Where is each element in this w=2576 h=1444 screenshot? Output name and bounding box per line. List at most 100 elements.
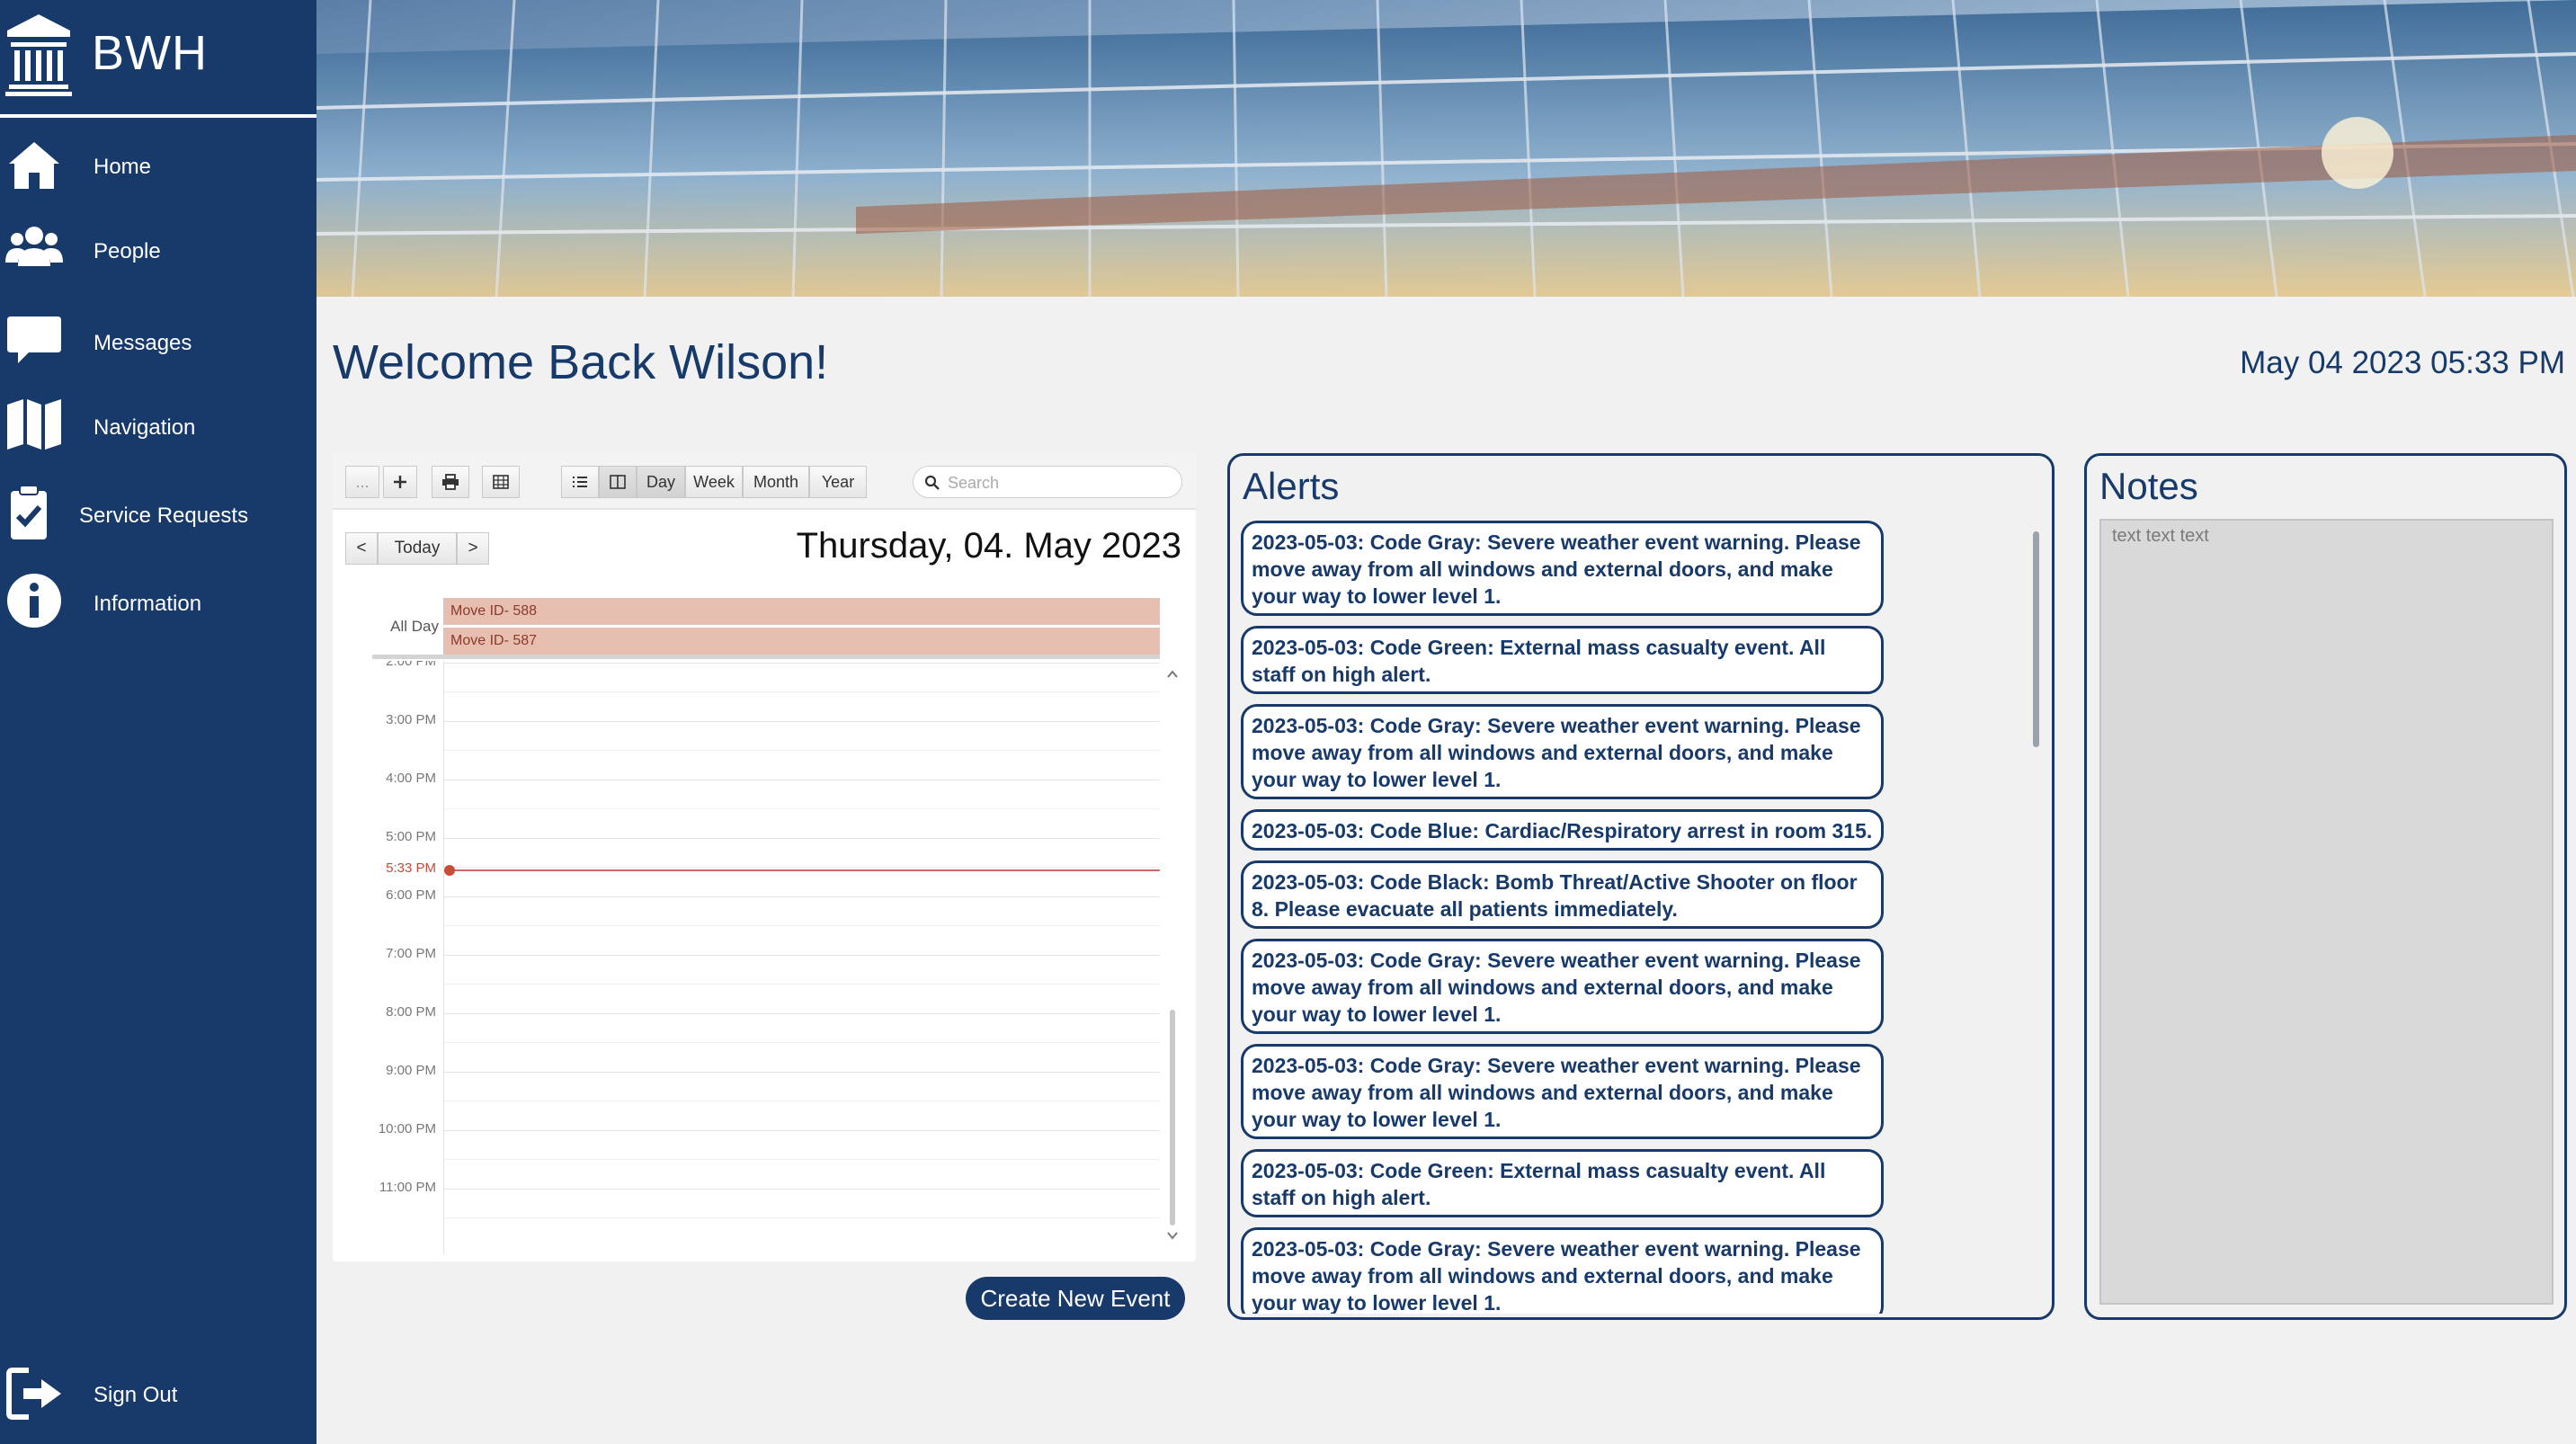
hour-line [443, 721, 1160, 722]
half-hour-line [443, 808, 1160, 809]
alerts-panel: Alerts 2023-05-03: Code Gray: Severe wea… [1227, 453, 2055, 1320]
hour-line [443, 955, 1160, 956]
next-day-button[interactable]: > [457, 532, 489, 565]
current-time-line [451, 869, 1160, 871]
half-hour-line [443, 750, 1160, 751]
time-label: 4:00 PM [386, 771, 436, 786]
calendar-scrollbar[interactable] [1165, 668, 1180, 1243]
alert-item[interactable]: 2023-05-03: Code Blue: Cardiac/Respirato… [1241, 809, 1884, 851]
time-label: 6:00 PM [386, 887, 436, 903]
all-day-divider [372, 655, 1160, 659]
alert-item[interactable]: 2023-05-03: Code Green: External mass ca… [1241, 1149, 1884, 1217]
calendar-date-title: Thursday, 04. May 2023 [796, 526, 1181, 566]
half-hour-line [443, 1159, 1160, 1160]
sign-out-label: Sign Out [94, 1383, 178, 1407]
year-view-button[interactable]: Year [809, 466, 867, 498]
time-label: 10:00 PM [378, 1121, 436, 1136]
search-input[interactable] [946, 471, 1174, 495]
search-icon [924, 475, 940, 490]
half-hour-line [443, 867, 1160, 868]
prev-day-button[interactable]: < [345, 532, 378, 565]
column-view-button[interactable] [599, 466, 637, 498]
alert-item[interactable]: 2023-05-03: Code Gray: Severe weather ev… [1241, 939, 1884, 1034]
alert-item[interactable]: 2023-05-03: Code Gray: Severe weather ev… [1241, 704, 1884, 799]
day-time-grid[interactable]: 2:00 PM 3:00 PM 4:00 PM 5:00 PM 5:33 PM … [333, 661, 1196, 1254]
half-hour-line [443, 1042, 1160, 1043]
all-day-event[interactable]: Move ID- 587 [443, 628, 1160, 655]
week-view-button[interactable]: Week [685, 466, 743, 498]
alert-item[interactable]: 2023-05-03: Code Gray: Severe weather ev… [1241, 1227, 1884, 1314]
alert-item[interactable]: 2023-05-03: Code Black: Bomb Threat/Acti… [1241, 860, 1884, 929]
sidebar-item-navigation[interactable]: Navigation [0, 396, 316, 459]
time-label: 5:00 PM [386, 829, 436, 844]
sidebar-item-label: Messages [94, 331, 192, 355]
alert-item[interactable]: 2023-05-03: Code Gray: Severe weather ev… [1241, 521, 1884, 616]
notes-textarea[interactable]: text text text [2099, 519, 2554, 1305]
hour-line [443, 896, 1160, 897]
sidebar-item-label: Home [94, 155, 152, 179]
sidebar-item-home[interactable]: Home [0, 135, 316, 198]
half-hour-line [443, 1217, 1160, 1218]
half-hour-line [443, 984, 1160, 985]
plus-icon [394, 476, 406, 488]
map-icon [7, 399, 61, 450]
list-icon [573, 477, 587, 487]
sidebar-item-label: Information [94, 592, 202, 616]
time-label: 8:00 PM [386, 1004, 436, 1020]
create-new-event-button[interactable]: Create New Event [966, 1277, 1185, 1320]
hour-line [443, 1189, 1160, 1190]
calendar-search[interactable] [913, 466, 1182, 498]
sign-out-icon [6, 1368, 61, 1420]
notes-panel: Notes text text text [2084, 453, 2567, 1320]
notes-title: Notes [2099, 465, 2198, 507]
hospital-banner-image [316, 0, 2576, 297]
home-icon [9, 142, 59, 189]
day-view-button[interactable]: Day [637, 466, 685, 498]
message-icon [7, 316, 61, 363]
add-event-button[interactable] [383, 466, 417, 498]
time-label: 7:00 PM [386, 946, 436, 961]
sidebar-item-label: Navigation [94, 415, 196, 440]
all-day-label: All Day [390, 618, 439, 635]
print-button[interactable] [432, 466, 469, 498]
grid-view-button[interactable] [482, 466, 520, 498]
half-hour-line [443, 925, 1160, 926]
sidebar-item-service-requests[interactable]: Service Requests [0, 484, 316, 547]
today-button[interactable]: Today [378, 532, 457, 565]
all-day-event[interactable]: Move ID- 588 [443, 598, 1160, 625]
time-label: 11:00 PM [379, 1180, 436, 1195]
list-view-button[interactable] [561, 466, 599, 498]
sidebar-divider [0, 114, 316, 118]
sidebar-item-label: People [94, 239, 161, 263]
alerts-list[interactable]: 2023-05-03: Code Gray: Severe weather ev… [1241, 521, 2023, 1314]
sidebar-item-label: Service Requests [79, 504, 249, 528]
current-datetime: May 04 2023 05:33 PM [2240, 345, 2565, 380]
calendar-toolbar: ... Day Week Month Year [333, 454, 1196, 510]
month-view-button[interactable]: Month [743, 466, 809, 498]
more-button[interactable]: ... [345, 466, 379, 498]
logo-text: BWH [92, 26, 208, 80]
alerts-scrollbar-thumb[interactable] [2033, 531, 2039, 747]
sign-out-button[interactable]: Sign Out [0, 1365, 316, 1428]
sidebar-item-information[interactable]: Information [0, 572, 316, 635]
grid-left-border [443, 661, 444, 1254]
info-icon [7, 574, 61, 628]
grid-icon [493, 475, 509, 489]
welcome-heading: Welcome Back Wilson! [333, 335, 829, 389]
hour-line [443, 663, 1160, 664]
time-label: 9:00 PM [386, 1063, 436, 1078]
people-icon [5, 227, 63, 266]
alert-item[interactable]: 2023-05-03: Code Green: External mass ca… [1241, 626, 1884, 694]
time-label: 2:00 PM [386, 661, 436, 669]
hour-line [443, 1013, 1160, 1014]
logo[interactable]: BWH [0, 0, 316, 115]
half-hour-line [443, 691, 1160, 692]
current-time-label: 5:33 PM [386, 860, 436, 876]
sidebar-item-people[interactable]: People [0, 219, 316, 282]
alert-item[interactable]: 2023-05-03: Code Gray: Severe weather ev… [1241, 1044, 1884, 1139]
hour-line [443, 838, 1160, 839]
alerts-title: Alerts [1243, 465, 1340, 507]
hour-line [443, 1072, 1160, 1073]
sidebar-item-messages[interactable]: Messages [0, 311, 316, 374]
sidebar: BWH Home People Messages Navigation Serv… [0, 0, 316, 1444]
